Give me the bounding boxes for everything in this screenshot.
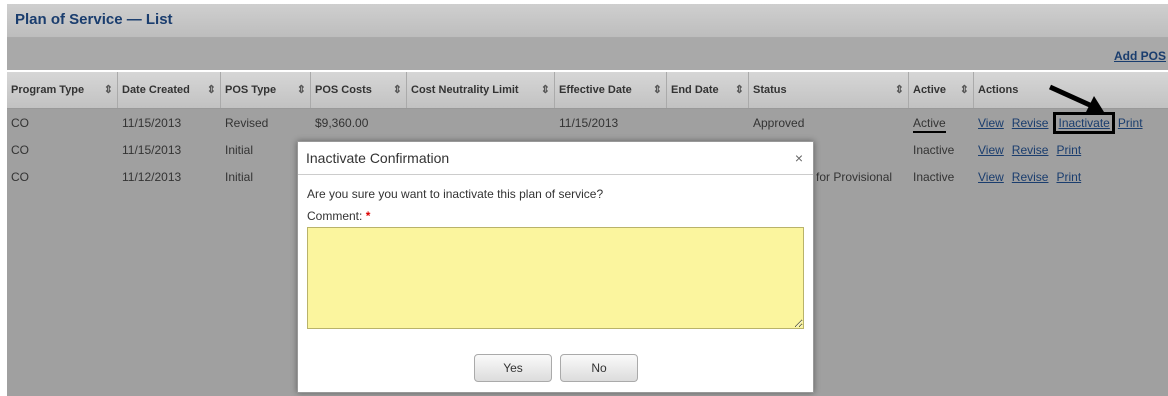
confirmation-question: Are you sure you want to inactivate this… bbox=[307, 187, 604, 201]
dialog-header: Inactivate Confirmation × bbox=[298, 142, 813, 175]
no-button[interactable]: No bbox=[560, 354, 638, 382]
revise-link[interactable]: Revise bbox=[1012, 143, 1049, 157]
revise-link[interactable]: Revise bbox=[1012, 116, 1049, 130]
cell-date-created: 11/15/2013 bbox=[122, 143, 182, 157]
print-link[interactable]: Print bbox=[1056, 170, 1081, 184]
yes-button[interactable]: Yes bbox=[474, 354, 552, 382]
cell-active: Inactive bbox=[913, 170, 955, 184]
close-icon[interactable]: × bbox=[795, 150, 803, 166]
cell-status: for Provisional bbox=[816, 170, 893, 184]
page: Plan of Service — List Add POS Program T… bbox=[0, 0, 1168, 396]
dialog-title: Inactivate Confirmation bbox=[306, 150, 450, 166]
cell-actions: View Revise Inactivate Print bbox=[974, 110, 1151, 137]
sort-icon[interactable]: ⇕ bbox=[297, 72, 306, 108]
inactivate-confirmation-dialog: Inactivate Confirmation × Are you sure y… bbox=[297, 141, 814, 393]
cell-effective-date: 11/15/2013 bbox=[559, 116, 619, 130]
sort-icon[interactable]: ⇕ bbox=[895, 72, 904, 108]
toolbar: Add POS bbox=[7, 38, 1168, 70]
column-header-pos-costs[interactable]: POS Costs ⇕ bbox=[311, 72, 407, 108]
view-link[interactable]: View bbox=[978, 116, 1004, 130]
view-link[interactable]: View bbox=[978, 143, 1004, 157]
table-row: CO 11/15/2013 Revised $9,360.00 11/15/20… bbox=[7, 110, 1168, 137]
sort-icon[interactable]: ⇕ bbox=[104, 72, 113, 108]
column-header-end-date[interactable]: End Date ⇕ bbox=[667, 72, 749, 108]
column-header-status[interactable]: Status ⇕ bbox=[749, 72, 909, 108]
print-link[interactable]: Print bbox=[1118, 116, 1143, 130]
cell-pos-type: Initial bbox=[225, 170, 254, 184]
column-header-pos-type[interactable]: POS Type ⇕ bbox=[221, 72, 311, 108]
column-header-date-created[interactable]: Date Created ⇕ bbox=[118, 72, 221, 108]
sort-icon[interactable]: ⇕ bbox=[393, 72, 402, 108]
column-header-program-type[interactable]: Program Type ⇕ bbox=[7, 72, 118, 108]
required-marker: * bbox=[365, 209, 371, 223]
print-link[interactable]: Print bbox=[1056, 143, 1081, 157]
sort-icon[interactable]: ⇕ bbox=[960, 72, 969, 108]
cell-program-type: CO bbox=[11, 170, 29, 184]
view-link[interactable]: View bbox=[978, 170, 1004, 184]
cell-date-created: 11/12/2013 bbox=[122, 170, 182, 184]
inactivate-link[interactable]: Inactivate bbox=[1053, 112, 1115, 134]
sort-icon[interactable]: ⇕ bbox=[735, 72, 744, 108]
cell-actions: View Revise Print bbox=[974, 164, 1089, 191]
comment-field[interactable] bbox=[307, 227, 804, 329]
cell-pos-type: Revised bbox=[225, 116, 269, 130]
column-header-cost-neutrality-limit[interactable]: Cost Neutrality Limit ⇕ bbox=[407, 72, 555, 108]
sort-icon[interactable]: ⇕ bbox=[207, 72, 216, 108]
cell-pos-costs: $9,360.00 bbox=[315, 116, 369, 130]
revise-link[interactable]: Revise bbox=[1012, 170, 1049, 184]
cell-actions: View Revise Print bbox=[974, 137, 1089, 164]
annotation-arrow-icon bbox=[1048, 84, 1104, 112]
cell-program-type: CO bbox=[11, 143, 29, 157]
sort-icon[interactable]: ⇕ bbox=[541, 72, 550, 108]
page-header: Plan of Service — List bbox=[7, 4, 1168, 38]
cell-active: Active bbox=[909, 110, 946, 137]
cell-date-created: 11/15/2013 bbox=[122, 116, 182, 130]
cell-program-type: CO bbox=[11, 116, 29, 130]
cell-pos-type: Initial bbox=[225, 143, 254, 157]
sort-icon[interactable]: ⇕ bbox=[653, 72, 662, 108]
add-pos-link[interactable]: Add POS bbox=[1114, 49, 1166, 63]
table-header: Program Type ⇕ Date Created ⇕ POS Type ⇕ PO… bbox=[7, 72, 1168, 109]
comment-label: Comment: * bbox=[307, 209, 371, 223]
active-status-text: Active bbox=[913, 116, 946, 133]
page-title: Plan of Service — List bbox=[15, 11, 173, 28]
cell-status: Approved bbox=[753, 116, 805, 130]
column-header-effective-date[interactable]: Effective Date ⇕ bbox=[555, 72, 667, 108]
column-header-active[interactable]: Active ⇕ bbox=[909, 72, 974, 108]
cell-active: Inactive bbox=[913, 143, 955, 157]
